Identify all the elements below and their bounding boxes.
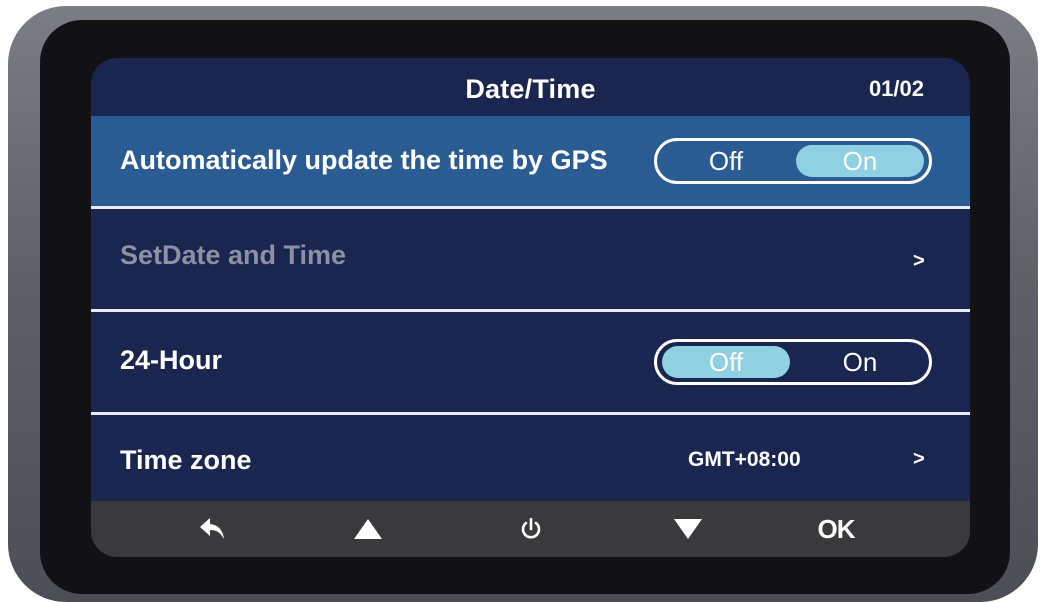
title-bar: Date/Time 01/02 xyxy=(91,58,970,116)
down-button[interactable] xyxy=(648,501,728,557)
toggle-option-on[interactable]: On xyxy=(796,346,924,378)
toggle-option-on[interactable]: On xyxy=(796,145,924,177)
chevron-right-icon: > xyxy=(913,250,925,272)
chevron-right-icon: > xyxy=(913,448,925,470)
menu-item-gps-auto-update[interactable]: Automatically update the time by GPS Off… xyxy=(91,116,970,206)
time-zone-value: GMT+08:00 xyxy=(688,448,801,471)
button-bar: OK xyxy=(91,501,970,557)
menu-item-label: Automatically update the time by GPS xyxy=(120,145,608,175)
device-screen: Date/Time 01/02 Automatically update the… xyxy=(91,58,970,557)
power-icon xyxy=(521,517,541,539)
menu-item-label: 24-Hour xyxy=(120,345,223,375)
ok-button[interactable]: OK xyxy=(796,501,876,557)
menu-item-set-date-time[interactable]: SetDate and Time > xyxy=(91,209,970,309)
toggle-option-off[interactable]: Off xyxy=(662,346,790,378)
page-title: Date/Time xyxy=(465,74,596,104)
up-button[interactable] xyxy=(328,501,408,557)
menu-item-label: Time zone xyxy=(120,445,252,475)
toggle-option-off[interactable]: Off xyxy=(662,145,790,177)
back-button[interactable] xyxy=(173,501,253,557)
back-arrow-icon xyxy=(200,518,224,539)
24-hour-toggle[interactable]: Off On xyxy=(654,339,932,385)
ok-label: OK xyxy=(817,513,856,544)
menu-item-time-zone[interactable]: Time zone GMT+08:00 > xyxy=(91,415,970,501)
page-indicator: 01/02 xyxy=(868,76,924,101)
power-button[interactable] xyxy=(491,501,571,557)
menu-item-24-hour[interactable]: 24-Hour Off On xyxy=(91,312,970,412)
down-triangle-icon xyxy=(674,519,702,539)
gps-auto-update-toggle[interactable]: Off On xyxy=(654,138,932,184)
menu-item-label: SetDate and Time xyxy=(120,240,347,270)
up-triangle-icon xyxy=(354,519,382,539)
